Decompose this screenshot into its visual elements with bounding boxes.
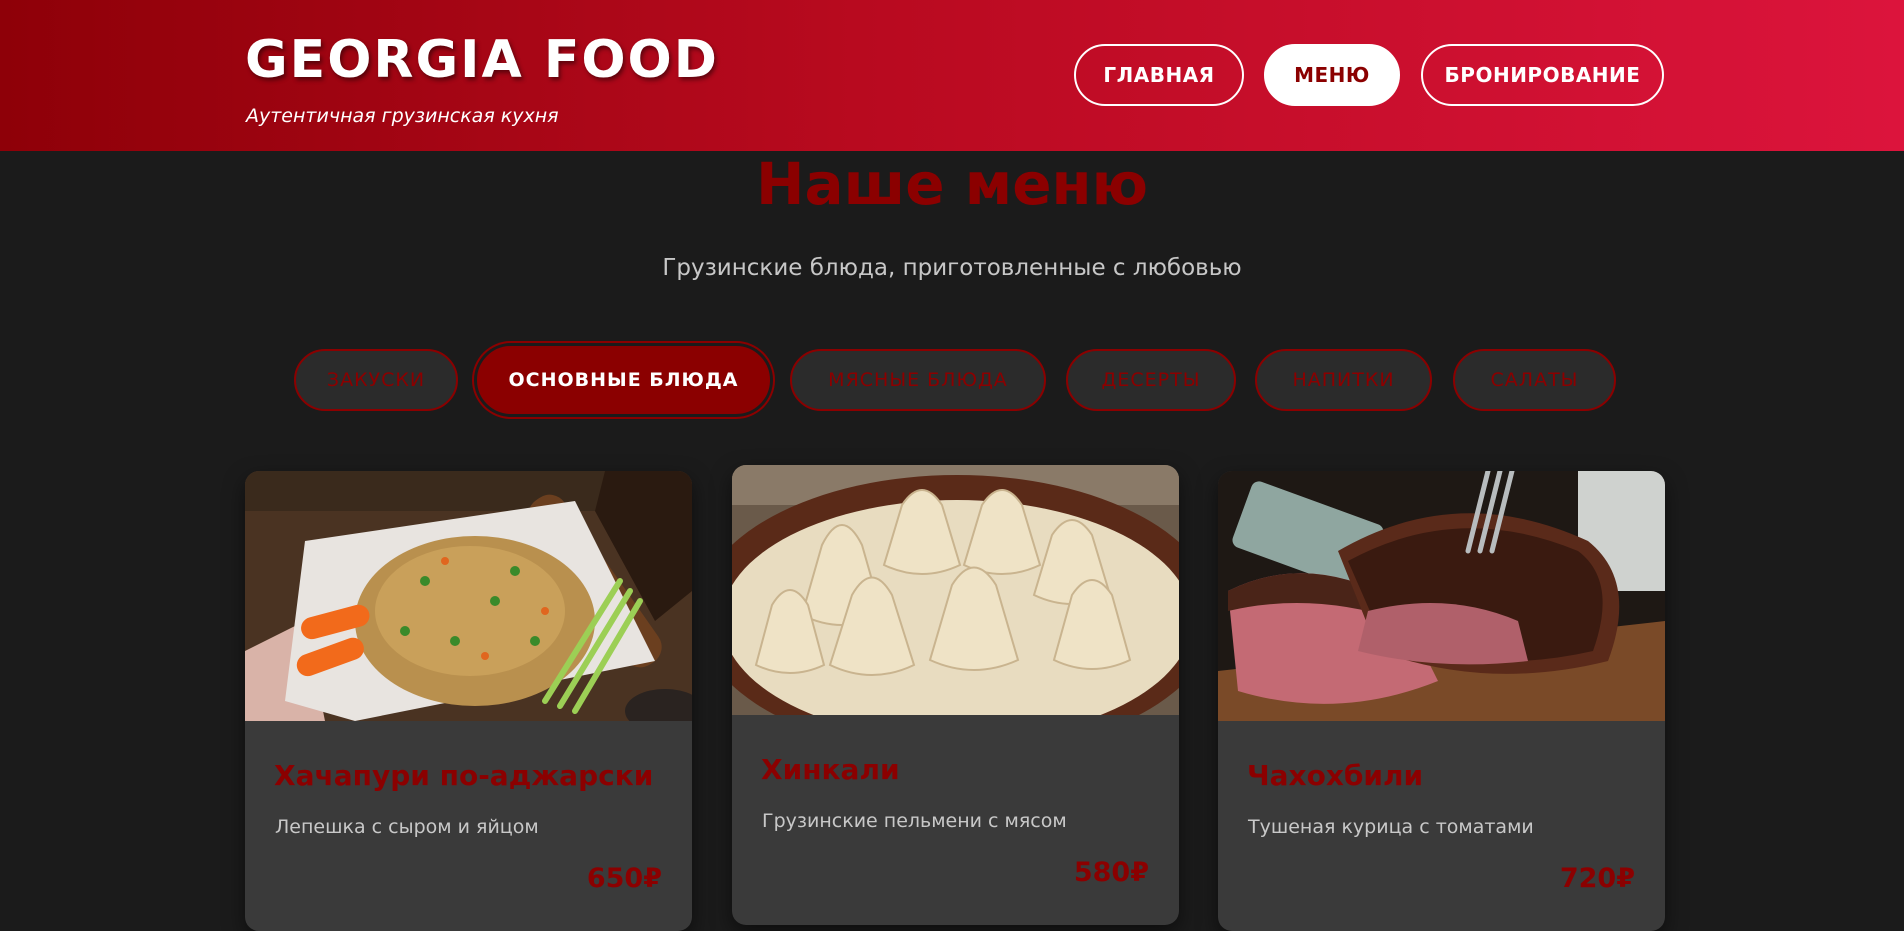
filter-main-dishes[interactable]: ОСНОВНЫЕ БЛЮДА	[477, 346, 770, 414]
dish-price: 580₽	[1073, 857, 1149, 888]
filter-desserts[interactable]: ДЕСЕРТЫ	[1066, 349, 1236, 411]
nav-menu-button[interactable]: МЕНЮ	[1264, 44, 1400, 106]
dish-price: 720₽	[1559, 863, 1635, 894]
dish-card[interactable]: Чахохбили Тушеная курица с томатами 720₽	[1218, 471, 1665, 931]
dish-image	[245, 471, 692, 721]
dish-image	[1218, 471, 1665, 721]
dish-name: Чахохбили	[1247, 759, 1424, 792]
filter-meat-dishes[interactable]: МЯСНЫЕ БЛЮДА	[790, 349, 1046, 411]
site-header: GEORGIA FOOD Аутентичная грузинская кухн…	[0, 0, 1904, 151]
filter-appetizers[interactable]: ЗАКУСКИ	[294, 349, 458, 411]
filter-salads[interactable]: САЛАТЫ	[1453, 349, 1616, 411]
dish-price: 650₽	[586, 863, 662, 894]
dish-description: Лепешка с сыром и яйцом	[275, 816, 539, 838]
site-logo[interactable]: GEORGIA FOOD	[245, 30, 719, 90]
filter-drinks[interactable]: НАПИТКИ	[1255, 349, 1432, 411]
page-title: Наше меню	[755, 150, 1148, 218]
dish-card[interactable]: Хинкали Грузинские пельмени с мясом 580₽	[732, 465, 1179, 925]
dish-name: Хинкали	[761, 753, 900, 786]
site-tagline: Аутентичная грузинская кухня	[246, 105, 559, 127]
dish-name: Хачапури по-аджарски	[274, 759, 654, 792]
dish-card[interactable]: Хачапури по-аджарски Лепешка с сыром и я…	[245, 471, 692, 931]
nav-booking-button[interactable]: БРОНИРОВАНИЕ	[1421, 44, 1664, 106]
dish-description: Грузинские пельмени с мясом	[762, 810, 1067, 832]
nav-home-button[interactable]: ГЛАВНАЯ	[1074, 44, 1244, 106]
page-subtitle: Грузинские блюда, приготовленные с любов…	[662, 255, 1242, 281]
dish-image	[732, 465, 1179, 715]
dish-description: Тушеная курица с томатами	[1248, 816, 1534, 838]
